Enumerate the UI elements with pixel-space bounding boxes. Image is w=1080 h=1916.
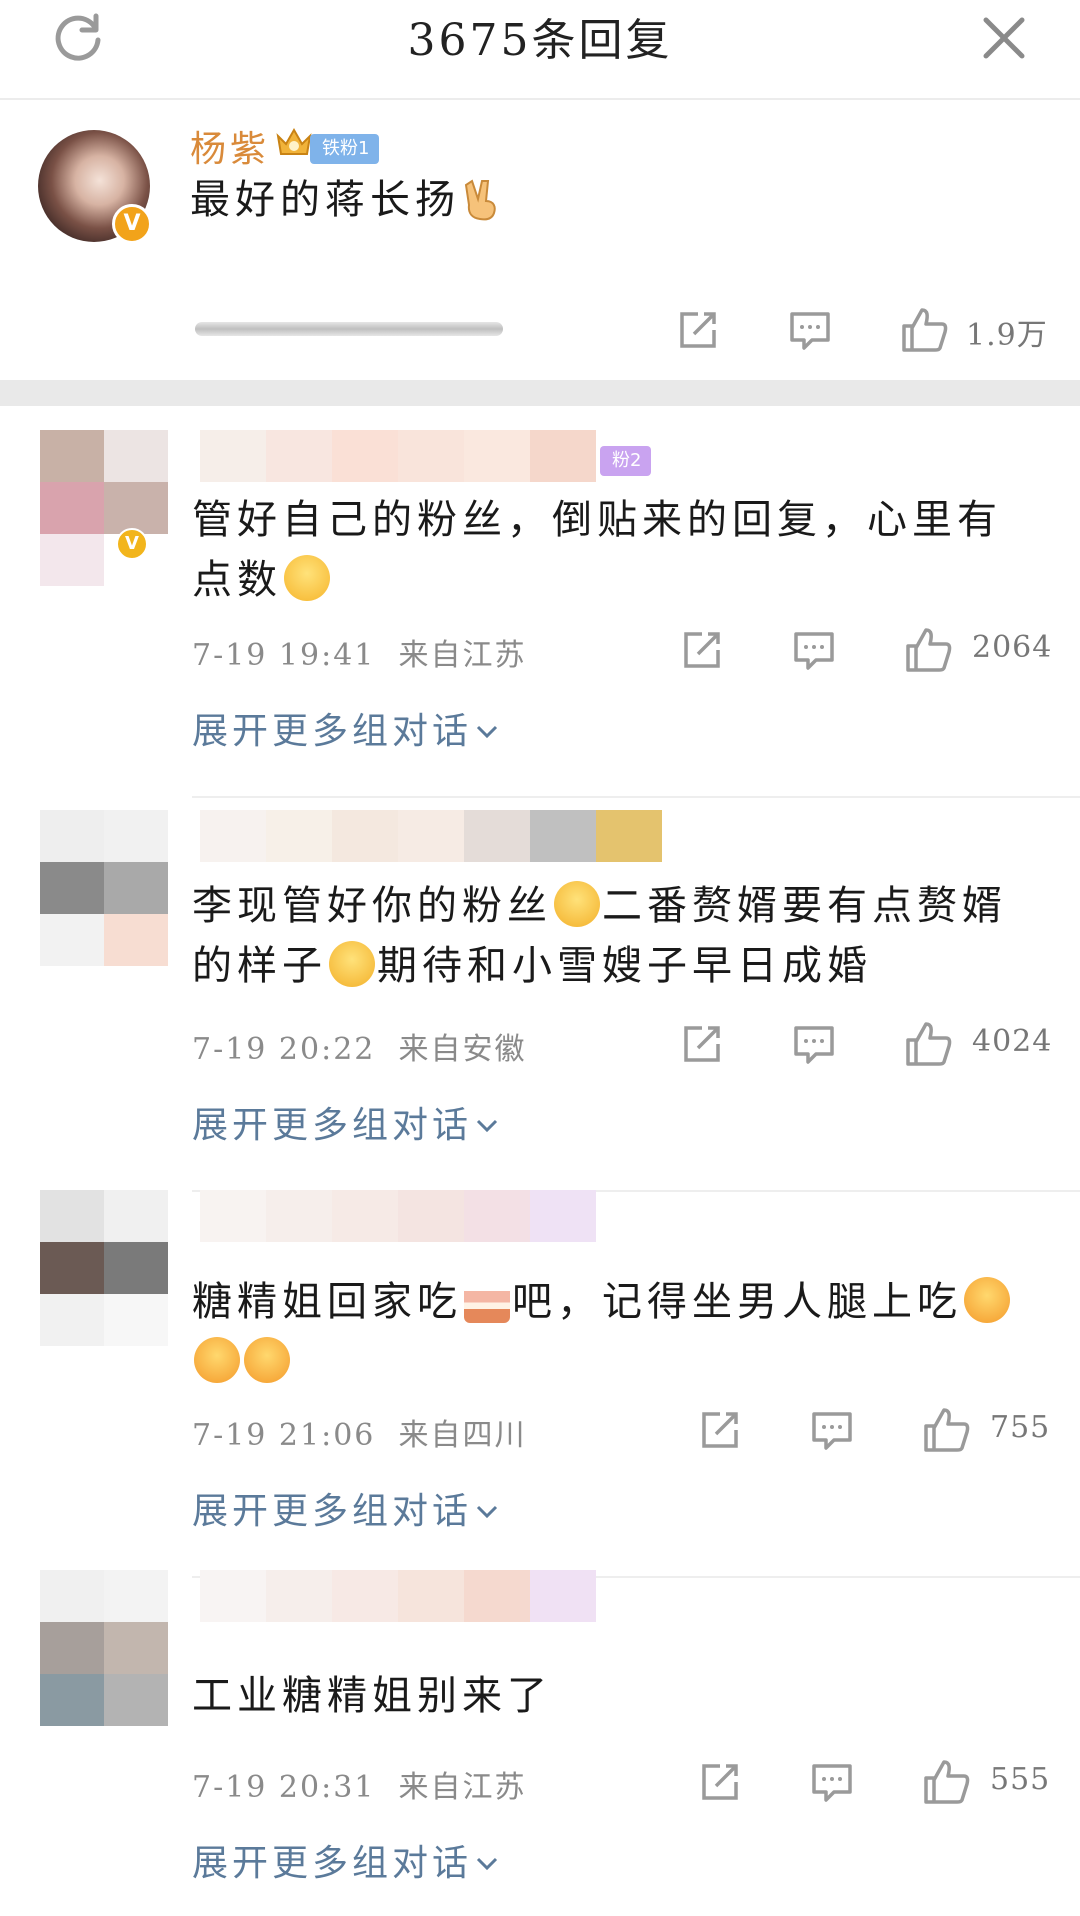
verified-badge: V bbox=[116, 528, 148, 560]
fan-badge: 铁粉1 bbox=[310, 134, 380, 164]
comment-meta: 7-19 20:31 来自江苏 bbox=[192, 1762, 526, 1806]
expand-conversation-link[interactable]: 展开更多组对话 bbox=[192, 1482, 498, 1534]
hug-emoji-icon bbox=[554, 881, 600, 927]
expand-conversation-link[interactable]: 展开更多组对话 bbox=[192, 702, 498, 754]
comment-text: 工业糖精姐别来了 bbox=[192, 1673, 552, 1719]
like-count: 4024 bbox=[972, 1024, 1053, 1059]
comment-meta: 7-19 21:06 来自四川 bbox=[192, 1410, 526, 1454]
kiss-emoji-icon bbox=[964, 1277, 1010, 1323]
comment-icon[interactable] bbox=[792, 628, 836, 672]
divider bbox=[192, 796, 1080, 798]
location: 来自安徽 bbox=[398, 1032, 527, 1067]
fan-badge: 粉2 bbox=[600, 446, 652, 476]
timestamp: 7-19 21:06 bbox=[192, 1418, 376, 1453]
like-count: 1.9万 bbox=[966, 318, 1048, 353]
page-title: 3675条回复 bbox=[407, 15, 673, 66]
comment-icon[interactable] bbox=[810, 1760, 854, 1804]
close-icon[interactable] bbox=[978, 12, 1030, 64]
blurred-text bbox=[195, 322, 503, 336]
comment-meta: 7-19 20:22 来自安徽 bbox=[192, 1024, 526, 1068]
crown-icon bbox=[276, 127, 312, 155]
like-count: 555 bbox=[990, 1762, 1051, 1797]
location: 来自江苏 bbox=[398, 638, 527, 673]
comment-text: 管好自己的粉丝，倒贴来的回复，心里有点数 bbox=[192, 497, 1002, 603]
chevron-down-icon bbox=[476, 725, 498, 739]
timestamp: 7-19 20:31 bbox=[192, 1770, 376, 1805]
location: 来自四川 bbox=[398, 1418, 527, 1453]
blurred-username bbox=[200, 1190, 596, 1242]
cake-emoji-icon bbox=[464, 1277, 510, 1323]
share-icon[interactable] bbox=[698, 1760, 742, 1804]
timestamp: 7-19 19:41 bbox=[192, 638, 376, 673]
timestamp: 7-19 20:22 bbox=[192, 1032, 376, 1067]
blurred-username bbox=[200, 1570, 596, 1622]
comment-icon[interactable] bbox=[788, 308, 832, 352]
chevron-down-icon bbox=[476, 1857, 498, 1871]
share-icon[interactable] bbox=[676, 308, 720, 352]
like-icon[interactable] bbox=[904, 626, 952, 674]
chevron-down-icon bbox=[476, 1119, 498, 1133]
like-icon[interactable] bbox=[922, 1406, 970, 1454]
verified-badge: V bbox=[112, 204, 152, 244]
main-comment: V 杨紫 铁粉1 最好的蒋长扬 1.9万 bbox=[0, 100, 1080, 380]
share-icon[interactable] bbox=[698, 1408, 742, 1452]
expand-conversation-link[interactable]: 展开更多组对话 bbox=[192, 1096, 498, 1148]
avatar[interactable] bbox=[40, 430, 168, 586]
smile-emoji-icon bbox=[284, 555, 330, 601]
like-count: 755 bbox=[990, 1410, 1051, 1445]
kiss-emoji-icon bbox=[244, 1337, 290, 1383]
section-gap bbox=[0, 380, 1080, 406]
expand-conversation-link[interactable]: 展开更多组对话 bbox=[192, 1834, 498, 1886]
hug-emoji-icon bbox=[329, 941, 375, 987]
blurred-username bbox=[200, 810, 662, 862]
comment-icon[interactable] bbox=[810, 1408, 854, 1452]
share-icon[interactable] bbox=[680, 628, 724, 672]
comment-meta: 7-19 19:41 来自江苏 bbox=[192, 630, 526, 674]
chevron-down-icon bbox=[476, 1505, 498, 1519]
comment-text: 李现管好你的粉丝 二番赘婿要有点赘婿的样子 期待和小雪嫂子早日成婚 bbox=[192, 881, 1007, 989]
comment-text: 糖精姐回家吃 吧，记得坐男人腿上吃 bbox=[192, 1272, 1032, 1392]
blurred-username bbox=[200, 430, 596, 482]
avatar[interactable] bbox=[40, 1570, 168, 1726]
comment-text: 最好的蒋长扬 bbox=[190, 170, 502, 230]
like-count: 2064 bbox=[972, 630, 1053, 665]
avatar[interactable] bbox=[40, 810, 168, 966]
share-icon[interactable] bbox=[680, 1022, 724, 1066]
like-icon[interactable] bbox=[904, 1020, 952, 1068]
username[interactable]: 杨紫 bbox=[190, 120, 270, 172]
victory-hand-icon bbox=[464, 179, 496, 221]
comment-icon[interactable] bbox=[792, 1022, 836, 1066]
like-icon[interactable] bbox=[900, 306, 948, 354]
location: 来自江苏 bbox=[398, 1770, 527, 1805]
avatar[interactable] bbox=[40, 1190, 168, 1346]
like-icon[interactable] bbox=[922, 1758, 970, 1806]
kiss-emoji-icon bbox=[194, 1337, 240, 1383]
top-bar: 3675条回复 bbox=[0, 0, 1080, 100]
